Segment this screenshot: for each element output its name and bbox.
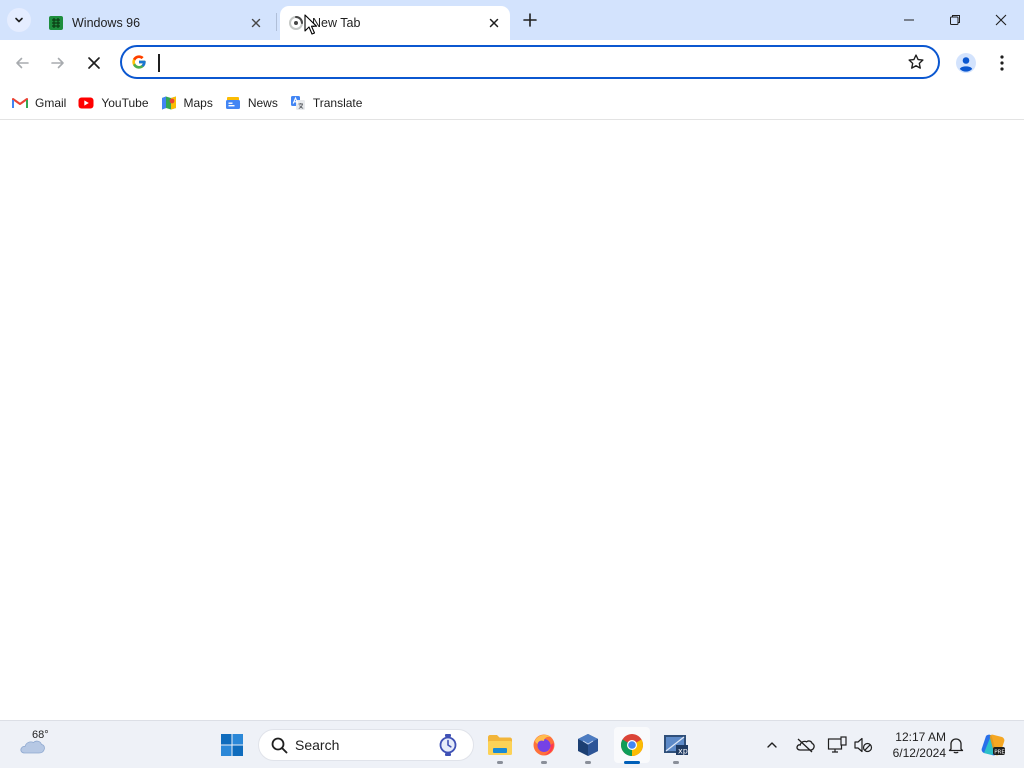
running-indicator <box>541 761 547 764</box>
translate-icon <box>290 95 306 111</box>
taskbar-file-explorer[interactable] <box>482 727 518 764</box>
svg-text:xp: xp <box>678 747 688 756</box>
star-icon <box>908 54 924 69</box>
bookmark-label: News <box>247 95 278 110</box>
taskbar-firefox[interactable] <box>526 727 562 764</box>
clock-date: 6/12/2024 <box>892 746 946 760</box>
svg-text:PRE: PRE <box>994 750 1005 756</box>
taskbar-chrome[interactable] <box>614 727 650 764</box>
arrow-right-icon <box>51 57 64 69</box>
close-icon <box>88 57 100 69</box>
maps-icon <box>161 95 177 111</box>
weather-temp: 68° <box>32 729 49 741</box>
back-button[interactable] <box>7 48 37 78</box>
chrome-icon <box>621 734 643 756</box>
bookmark-news[interactable]: News <box>221 90 282 116</box>
windows-96-favicon-icon <box>48 15 64 31</box>
taskbar-search[interactable]: Search <box>258 729 474 761</box>
notifications-button[interactable] <box>944 733 968 757</box>
youtube-icon <box>78 95 94 111</box>
volume-tray-button[interactable] <box>851 733 875 757</box>
chevron-down-icon <box>15 17 23 23</box>
cloud-offline-icon <box>796 738 815 753</box>
address-bar[interactable] <box>120 45 940 79</box>
virtualbox-icon <box>578 734 598 756</box>
network-icon <box>827 736 847 753</box>
minimize-button[interactable] <box>886 0 932 40</box>
search-label: Search <box>295 737 340 753</box>
tab-title: Windows 96 <box>72 16 141 30</box>
show-hidden-icons-button[interactable] <box>760 733 784 757</box>
active-indicator <box>624 761 640 764</box>
google-icon <box>130 53 148 71</box>
running-indicator <box>673 761 679 764</box>
loading-spinner-icon <box>288 15 304 31</box>
chevron-up-icon <box>767 742 777 748</box>
running-indicator <box>585 761 591 764</box>
system-clock[interactable]: 12:17 AM 6/12/2024 <box>880 729 946 761</box>
copilot-button[interactable]: PRE <box>979 731 1007 759</box>
stop-loading-button[interactable] <box>79 48 109 78</box>
taskbar-virtualbox[interactable] <box>570 727 606 764</box>
file-explorer-icon <box>488 735 512 755</box>
arrow-left-icon <box>16 57 29 69</box>
bookmark-label: YouTube <box>101 95 149 110</box>
tab-separator <box>276 13 277 31</box>
restore-button[interactable] <box>932 0 978 40</box>
bookmark-label: Gmail <box>35 95 67 110</box>
profile-button[interactable] <box>952 49 980 77</box>
mouse-cursor-icon <box>304 14 318 35</box>
avatar-icon <box>956 53 976 73</box>
more-vertical-icon <box>1000 55 1004 71</box>
bookmark-gmail[interactable]: Gmail <box>8 90 70 116</box>
bookmark-translate[interactable]: Translate <box>286 90 367 116</box>
taskbar: 68° Search xp 12:17 AM 6/12/2024 PRE <box>0 720 1024 768</box>
minimize-icon <box>904 19 914 21</box>
xp-app-icon: xp <box>664 735 688 756</box>
bookmark-youtube[interactable]: YouTube <box>74 90 152 116</box>
gmail-icon <box>12 95 28 111</box>
close-icon <box>995 14 1007 26</box>
speaker-muted-icon <box>854 737 873 753</box>
tab-title: New Tab <box>312 16 361 30</box>
bookmarks-bar: Gmail YouTube Maps News Translate <box>0 86 1024 120</box>
restore-icon <box>950 15 960 25</box>
bookmark-label: Maps <box>183 95 213 110</box>
address-input[interactable] <box>158 49 904 75</box>
browser-toolbar <box>0 40 1024 86</box>
new-tab-button[interactable] <box>518 8 542 32</box>
plus-icon <box>523 13 537 27</box>
close-icon[interactable] <box>246 13 266 33</box>
windows-start-icon <box>221 734 243 756</box>
search-highlight-icon <box>435 732 461 758</box>
tab-search-button[interactable] <box>7 8 31 32</box>
bookmark-label: Translate <box>312 95 363 110</box>
firefox-icon <box>533 734 555 756</box>
close-window-button[interactable] <box>978 0 1024 40</box>
bell-icon <box>948 738 964 754</box>
weather-widget[interactable]: 68° <box>16 727 56 763</box>
news-icon <box>225 95 241 111</box>
page-content <box>0 121 1024 720</box>
forward-button[interactable] <box>43 48 73 78</box>
search-icon <box>269 735 289 755</box>
browser-menu-button[interactable] <box>990 49 1014 77</box>
close-icon[interactable] <box>484 13 504 33</box>
clock-time: 12:17 AM <box>895 730 946 744</box>
bookmark-maps[interactable]: Maps <box>157 90 217 116</box>
copilot-icon: PRE <box>981 734 1005 756</box>
tab-strip: Windows 96 New Tab <box>0 0 1024 40</box>
network-tray-button[interactable] <box>825 733 849 757</box>
bookmark-star-button[interactable] <box>904 50 928 74</box>
onedrive-tray-button[interactable] <box>793 733 817 757</box>
taskbar-xp-app[interactable]: xp <box>658 727 694 764</box>
running-indicator <box>497 761 503 764</box>
start-button[interactable] <box>214 727 250 763</box>
text-caret <box>158 54 160 72</box>
tab-windows-96[interactable]: Windows 96 <box>40 6 272 40</box>
